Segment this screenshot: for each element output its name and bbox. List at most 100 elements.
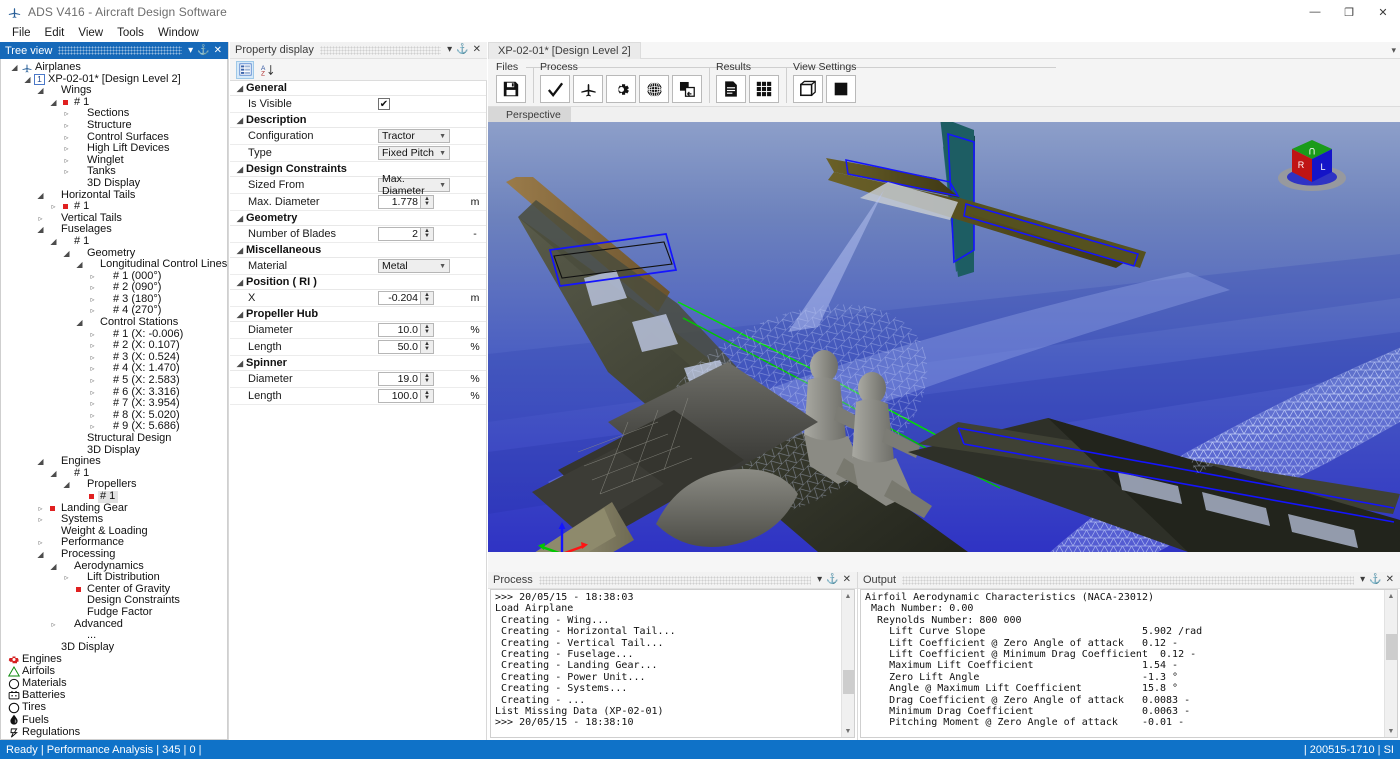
close-icon[interactable]: ✕ — [1386, 575, 1394, 585]
expander-closed-icon[interactable]: ▹ — [87, 410, 98, 422]
expander-closed-icon[interactable]: ▹ — [87, 340, 98, 352]
tree-node[interactable]: ▹ Systems — [1, 514, 227, 526]
chevron-down-icon[interactable]: ▾ — [1360, 575, 1365, 585]
spinner-down-icon[interactable]: ▼ — [424, 395, 430, 401]
save-button[interactable] — [496, 75, 526, 103]
scroll-thumb[interactable] — [843, 670, 854, 694]
property-group-header[interactable]: ◢ Geometry — [230, 211, 486, 226]
check-button[interactable] — [540, 75, 570, 103]
expander-open-icon[interactable]: ◢ — [74, 317, 85, 329]
tree-node[interactable]: # 1 — [1, 490, 227, 503]
tree-node[interactable]: ◢ Wings — [1, 85, 227, 97]
chevron-down-icon[interactable]: ▾ — [817, 575, 822, 585]
tree-node[interactable]: ▹ Landing Gear — [1, 502, 227, 515]
expander-closed-icon[interactable]: ▹ — [61, 132, 72, 144]
expander-closed-icon[interactable]: ▹ — [48, 619, 59, 631]
chevron-down-icon[interactable]: ▾ — [447, 45, 452, 55]
property-group-header[interactable]: ◢ Spinner — [230, 356, 486, 371]
maximize-button[interactable]: ❐ — [1332, 0, 1366, 24]
property-group-header[interactable]: ◢ Position ( RI ) — [230, 275, 486, 290]
minimize-button[interactable]: — — [1298, 0, 1332, 24]
expander-open-icon[interactable]: ◢ — [48, 236, 59, 248]
spinner-value[interactable]: -0.204 — [379, 292, 420, 304]
expander-open-icon[interactable]: ◢ — [234, 359, 246, 368]
tree-node[interactable]: ◢ Processing — [1, 548, 227, 561]
library-item-tires[interactable]: Tires — [1, 702, 227, 714]
process-scrollbar[interactable]: ▲ ▼ — [841, 590, 854, 737]
categorized-view-button[interactable] — [236, 60, 254, 79]
expander-open-icon[interactable]: ◢ — [234, 165, 246, 174]
tree-node[interactable]: 3D Display — [1, 641, 227, 654]
chevron-down-icon[interactable]: ▼ — [439, 133, 446, 140]
property-dropdown[interactable]: Max. Diameter ▼ — [378, 173, 450, 197]
spinner-down-icon[interactable]: ▼ — [424, 378, 430, 384]
tree-node[interactable]: ◢ Control Stations — [1, 316, 227, 329]
pin-icon[interactable]: ⚓ — [826, 575, 838, 585]
expander-closed-icon[interactable]: ▹ — [61, 166, 72, 178]
expander-open-icon[interactable]: ◢ — [234, 246, 246, 255]
tree-node[interactable]: Structural Design — [1, 432, 227, 445]
tree-node[interactable]: ◢ Airplanes — [1, 61, 227, 74]
tree-node[interactable]: ▹ Lift Distribution — [1, 572, 227, 584]
expander-open-icon[interactable]: ◢ — [48, 561, 59, 573]
tab-dropdown-icon[interactable]: ▾ — [1391, 45, 1396, 56]
expander-open-icon[interactable]: ◢ — [61, 479, 72, 491]
is-visible-checkbox[interactable]: ✔ — [378, 98, 390, 110]
tree-node[interactable]: ▹ Structure — [1, 119, 227, 132]
property-spinner[interactable]: 19.0 ▲ ▼ — [378, 372, 434, 386]
expander-closed-icon[interactable]: ▹ — [87, 398, 98, 410]
airplane-analysis-button[interactable] — [573, 75, 603, 103]
close-icon[interactable]: ✕ — [843, 575, 851, 585]
sort-alphabetical-button[interactable]: A Z — [258, 61, 276, 79]
tree-node[interactable]: ▹ High Lift Devices — [1, 143, 227, 155]
expander-closed-icon[interactable]: ▹ — [87, 363, 98, 375]
compare-shapes-icon[interactable] — [672, 75, 702, 103]
chevron-down-icon[interactable]: ▼ — [439, 182, 446, 189]
spinner-buttons[interactable]: ▲ ▼ — [420, 228, 433, 240]
expander-closed-icon[interactable]: ▹ — [87, 375, 98, 387]
expander-open-icon[interactable]: ◢ — [74, 259, 85, 271]
menu-edit[interactable]: Edit — [38, 26, 72, 40]
expander-closed-icon[interactable]: ▹ — [61, 108, 72, 120]
spinner-value[interactable]: 50.0 — [379, 341, 420, 353]
spinner-down-icon[interactable]: ▼ — [424, 297, 430, 303]
expander-open-icon[interactable]: ◢ — [234, 116, 246, 125]
spinner-value[interactable]: 100.0 — [379, 390, 420, 402]
tree-node[interactable]: 3D Display — [1, 444, 227, 457]
menu-tools[interactable]: Tools — [110, 26, 151, 40]
property-group-header[interactable]: ◢ Propeller Hub — [230, 307, 486, 322]
tree-node[interactable]: ◢ Engines — [1, 456, 227, 468]
expander-closed-icon[interactable]: ▹ — [61, 572, 72, 584]
spinner-value[interactable]: 2 — [379, 228, 420, 240]
expander-closed-icon[interactable]: ▹ — [35, 537, 46, 549]
cube-outline-icon[interactable] — [793, 75, 823, 103]
output-scrollbar[interactable]: ▲ ▼ — [1384, 590, 1397, 737]
expander-open-icon[interactable]: ◢ — [9, 62, 20, 74]
close-icon[interactable]: ✕ — [473, 45, 481, 55]
spinner-buttons[interactable]: ▲ ▼ — [420, 292, 433, 304]
spinner-down-icon[interactable]: ▼ — [424, 346, 430, 352]
property-spinner[interactable]: 2 ▲ ▼ — [378, 227, 434, 241]
tree-node[interactable]: ▹ Vertical Tails — [1, 212, 227, 225]
scroll-up-icon[interactable]: ▲ — [1388, 590, 1395, 602]
grid-table-icon[interactable] — [749, 75, 779, 103]
expander-open-icon[interactable]: ◢ — [234, 310, 246, 319]
property-spinner[interactable]: 100.0 ▲ ▼ — [378, 389, 434, 403]
expander-open-icon[interactable]: ◢ — [35, 85, 46, 97]
property-spinner[interactable]: -0.204 ▲ ▼ — [378, 291, 434, 305]
expander-open-icon[interactable]: ◢ — [234, 84, 246, 93]
spinner-down-icon[interactable]: ▼ — [424, 201, 430, 207]
property-spinner[interactable]: 1.778 ▲ ▼ — [378, 195, 434, 209]
scroll-down-icon[interactable]: ▼ — [1388, 725, 1395, 737]
tree-node[interactable]: ▹ Advanced — [1, 618, 227, 631]
pin-icon[interactable]: ⚓ — [456, 45, 468, 55]
tree-node[interactable]: ◢ 1 XP-02-01* [Design Level 2] — [1, 73, 227, 86]
spinner-down-icon[interactable]: ▼ — [424, 233, 430, 239]
expander-closed-icon[interactable]: ▹ — [35, 213, 46, 225]
chevron-down-icon[interactable]: ▼ — [439, 263, 446, 270]
expander-closed-icon[interactable]: ▹ — [48, 201, 59, 213]
expander-closed-icon[interactable]: ▹ — [61, 120, 72, 132]
property-spinner[interactable]: 50.0 ▲ ▼ — [378, 340, 434, 354]
property-spinner[interactable]: 10.0 ▲ ▼ — [378, 323, 434, 337]
property-dropdown[interactable]: Tractor ▼ — [378, 129, 450, 143]
